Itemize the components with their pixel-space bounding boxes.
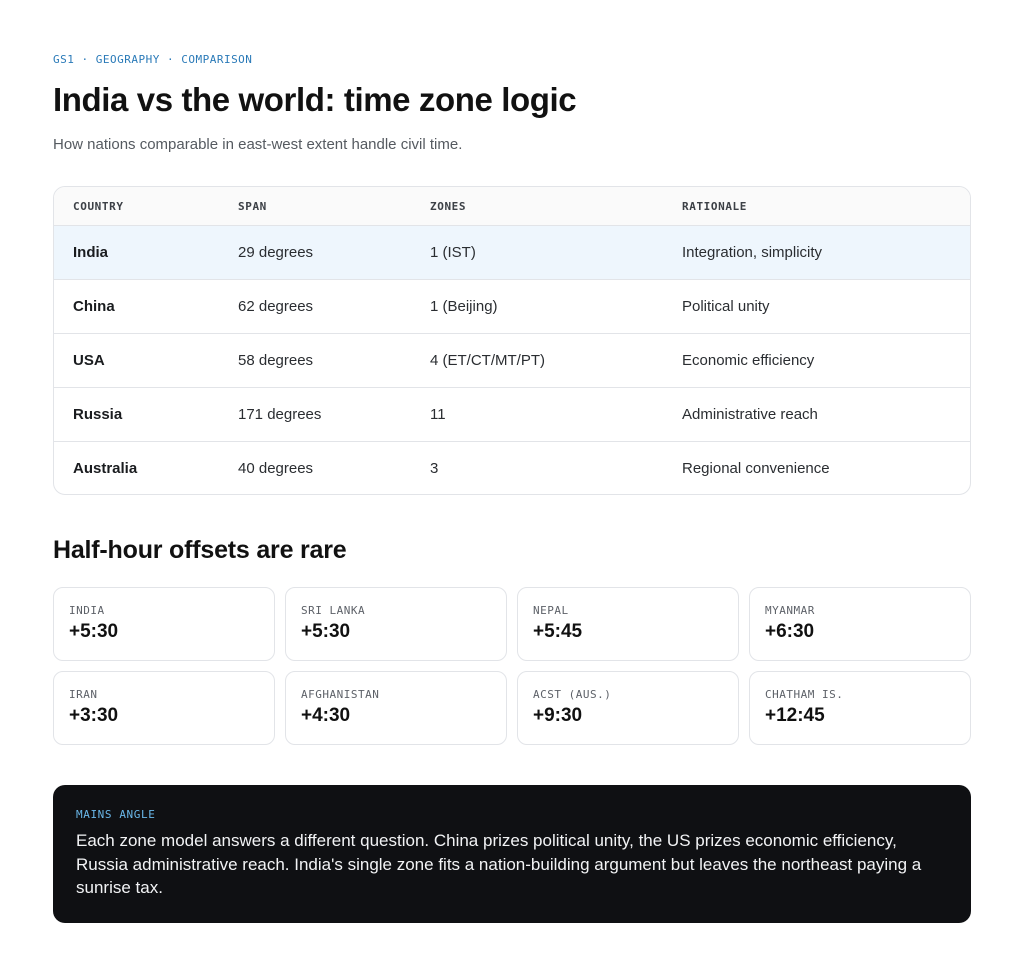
offset-value: +4:30 xyxy=(301,705,351,726)
cell-zones: 4 (ET/CT/MT/PT) xyxy=(411,333,663,388)
offset-card: SRI LANKA +5:30 xyxy=(285,587,507,661)
cell-zones: 11 xyxy=(411,387,663,442)
page-subtitle: How nations comparable in east-west exte… xyxy=(53,136,463,153)
comparison-table: COUNTRY SPAN ZONES RATIONALE India 29 de… xyxy=(53,186,971,495)
callout-text: Each zone model answers a different ques… xyxy=(76,831,922,897)
page-title: India vs the world: time zone logic xyxy=(53,81,577,118)
offset-value: +9:30 xyxy=(533,705,583,726)
cell-rationale: Regional convenience xyxy=(682,460,830,477)
offset-value: +5:30 xyxy=(301,621,351,642)
offset-card: ACST (AUS.) +9:30 xyxy=(517,671,739,745)
cell-country: USA xyxy=(54,333,219,388)
cell-country: China xyxy=(54,279,219,334)
cell-span: 62 degrees xyxy=(219,279,411,334)
cell-rationale: Administrative reach xyxy=(663,387,970,442)
cell-zones: 1 (IST) xyxy=(411,225,663,280)
offset-card: INDIA +5:30 xyxy=(53,587,275,661)
cell-rationale: Integration, simplicity xyxy=(663,225,970,280)
column-header-span: SPAN xyxy=(219,187,411,226)
cell-zones: 1 (Beijing) xyxy=(411,279,663,334)
offset-label: MYANMAR xyxy=(765,604,815,617)
cell-country: Russia xyxy=(54,387,219,442)
offset-value: +12:45 xyxy=(765,705,825,726)
page: GS1 · GEOGRAPHY · COMPARISON India vs th… xyxy=(0,0,1024,977)
cell-span: 40 degrees xyxy=(238,460,314,477)
offset-card: CHATHAM IS. +12:45 xyxy=(749,671,971,745)
cell-country: Australia xyxy=(73,460,138,477)
callout-label: MAINS ANGLE xyxy=(76,808,156,821)
mains-angle-callout: MAINS ANGLE Each zone model answers a di… xyxy=(53,785,971,923)
offset-card: MYANMAR +6:30 xyxy=(749,587,971,661)
offset-grid: INDIA +5:30 SRI LANKA +5:30 NEPAL +5:45 … xyxy=(53,587,971,745)
offset-card: AFGHANISTAN +4:30 xyxy=(285,671,507,745)
offset-label: NEPAL xyxy=(533,604,569,617)
offset-label: IRAN xyxy=(69,688,98,701)
table-row: India 29 degrees 1 (IST) Integration, si… xyxy=(54,225,970,280)
offset-label: ACST (AUS.) xyxy=(533,688,612,701)
cell-country: India xyxy=(54,225,219,280)
cell-span: 29 degrees xyxy=(219,225,411,280)
offset-card: IRAN +3:30 xyxy=(53,671,275,745)
offset-card: NEPAL +5:45 xyxy=(517,587,739,661)
offset-value: +6:30 xyxy=(765,621,815,642)
cell-zones: 3 xyxy=(430,460,439,477)
offset-label: AFGHANISTAN xyxy=(301,688,380,701)
column-header-country: COUNTRY xyxy=(54,187,219,226)
cell-span: 171 degrees xyxy=(219,387,411,442)
offset-value: +5:30 xyxy=(69,621,119,642)
table-row: Russia 171 degrees 11 Administrative rea… xyxy=(54,387,970,442)
offset-label: INDIA xyxy=(69,604,105,617)
offset-label: CHATHAM IS. xyxy=(765,688,844,701)
cell-rationale: Political unity xyxy=(663,279,970,334)
table-row: USA 58 degrees 4 (ET/CT/MT/PT) Economic … xyxy=(54,333,970,388)
table-row: China 62 degrees 1 (Beijing) Political u… xyxy=(54,279,970,334)
table-row: Australia 40 degrees 3 Regional convenie… xyxy=(54,442,970,495)
table-header-row: COUNTRY SPAN ZONES RATIONALE xyxy=(54,187,970,226)
cell-span: 58 degrees xyxy=(219,333,411,388)
column-header-rationale: RATIONALE xyxy=(663,187,970,226)
section-title: Half-hour offsets are rare xyxy=(53,536,347,564)
column-header-zones: ZONES xyxy=(411,187,663,226)
offset-value: +3:30 xyxy=(69,705,119,726)
offset-value: +5:45 xyxy=(533,621,583,642)
offset-label: SRI LANKA xyxy=(301,604,366,617)
eyebrow: GS1 · GEOGRAPHY · COMPARISON xyxy=(53,53,253,66)
cell-rationale: Economic efficiency xyxy=(663,333,970,388)
